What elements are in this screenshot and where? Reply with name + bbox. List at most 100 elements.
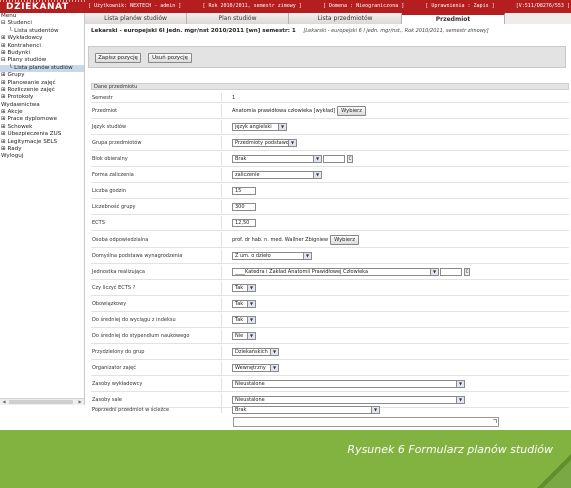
save-position-button[interactable]: Zapisz pozycję <box>95 53 141 63</box>
select-zasoby-sale[interactable]: Nieustalone ▼ <box>232 396 465 404</box>
select-grupa-value: Przedmioty podstawowe <box>235 140 297 146</box>
select-czy-ects[interactable]: Tak ▼ <box>232 284 256 292</box>
sidebar-item[interactable]: ⊞ Kontrahenci <box>0 43 84 50</box>
sidebar-item-label: Ubezpieczenia ZUS <box>7 131 62 138</box>
sidebar-item[interactable]: ⊞ Protokoły <box>0 94 84 101</box>
label-forma: Forma zaliczenia <box>92 168 222 182</box>
sidebar-item[interactable]: Wyloguj <box>0 153 84 160</box>
select-jezyk-value: język angielski <box>235 124 272 130</box>
plan-subtitle: [Lekarski - europejski 6 l jedn. mgr/nst… <box>303 28 489 34</box>
blok-clear-button[interactable]: C <box>347 155 353 163</box>
row-obowiazkowy: Obowiązkowy Tak ▼ <box>91 297 569 312</box>
tab-plan-studiow[interactable]: Plan studiów <box>187 13 289 24</box>
select-jednostka[interactable]: ____Katedra i Zakład Anatomii Prawidłowe… <box>232 268 439 276</box>
select-blok[interactable]: Brak ▼ <box>232 155 322 163</box>
sidebar-item[interactable]: ⊞ Grupy <box>0 72 84 79</box>
select-grupa[interactable]: Przedmioty podstawowe ▼ <box>232 139 297 147</box>
choose-person-button[interactable]: Wybierz <box>330 234 359 245</box>
tab-bar: Lista planów studiów Plan studiów Lista … <box>85 13 571 24</box>
select-forma[interactable]: zaliczenie ▼ <box>232 171 322 179</box>
select-srednia-wyciag[interactable]: Tak ▼ <box>232 316 256 324</box>
label-srednia-stypendium: Do średniej do stypendium naukowego <box>92 329 222 343</box>
scroll-left-icon[interactable]: ◀ <box>1 399 7 405</box>
select-organizator[interactable]: Wewnętrzny ▼ <box>232 364 279 372</box>
hours-input[interactable]: 15 <box>232 187 256 195</box>
chevron-down-icon: ▼ <box>247 301 255 307</box>
label-liczebnosc: Liczebność grupy <box>92 200 222 214</box>
sidebar-item-label: Prace dyplomowe <box>7 116 58 123</box>
sidebar-item[interactable]: ⊞ Akcje <box>0 109 84 116</box>
select-zasoby-wykladowcy[interactable]: Nieustalone ▼ <box>232 380 465 388</box>
session-info: [ Użytkownik: NEXTECH - admin ] [ Rok 20… <box>88 3 570 11</box>
select-przydzielony[interactable]: Dziekańskich ▼ <box>232 348 279 356</box>
chevron-down-icon: ▼ <box>430 269 438 275</box>
plan-title: Lekarski - europejski 6l jedn. mgr/nst 2… <box>91 28 296 34</box>
tab-lista-planow[interactable]: Lista planów studiów <box>85 13 187 24</box>
session-version: [V:511/D8276/553 ] <box>515 3 570 9</box>
select-podstawa[interactable]: Z um. o dzieło ▼ <box>232 252 312 260</box>
sidebar-scrollbar[interactable]: ◀ ▶ <box>0 398 84 405</box>
chevron-down-icon: ▼ <box>288 140 296 146</box>
value-osoba: prof. dr hab. n. med. Wallner Zbigniew <box>232 236 329 243</box>
sidebar-item-label: Budynki <box>7 49 31 56</box>
label-godziny: Liczba godzin <box>92 184 222 198</box>
select-srednia-wyciag-value: Tak <box>235 317 244 323</box>
select-organizator-value: Wewnętrzny <box>235 365 266 371</box>
label-jednostka: Jednostka realizująca <box>92 265 222 279</box>
group-size-input[interactable]: 300 <box>232 203 256 211</box>
sidebar-item[interactable]: ⊞ Schowek <box>0 124 84 131</box>
select-srednia-stypendium-value: Nie <box>235 333 244 339</box>
sidebar-item[interactable]: ⊞ Prace dyplomowe <box>0 116 84 123</box>
ects-input[interactable]: 12,50 <box>232 219 256 227</box>
label-osoba: Osoba odpowiedzialna <box>92 232 222 247</box>
sidebar-item[interactable]: ⊞ Wykładowcy <box>0 35 84 42</box>
action-bar: Zapisz pozycję Usuń pozycję <box>88 46 566 68</box>
tab-lista-przedmiotow[interactable]: Lista przedmiotów <box>289 13 402 24</box>
sidebar-item[interactable]: Wydawnictwa <box>0 102 84 109</box>
label-blok: Blok obieralny <box>92 152 222 166</box>
select-blok-value: Brak <box>235 156 247 162</box>
tab-przedmiot[interactable]: Przedmiot <box>402 13 505 24</box>
sidebar-item[interactable]: ⊞ Ubezpieczenia ZUS <box>0 131 84 138</box>
row-semestr: Semestr 1 <box>91 93 569 103</box>
app-logo: DZIEKANAT <box>0 0 85 13</box>
scroll-thumb[interactable] <box>9 400 73 404</box>
sidebar-item[interactable]: ⊞ Rozliczenie zajęć <box>0 87 84 94</box>
delete-position-button[interactable]: Usuń pozycję <box>148 53 192 63</box>
chevron-down-icon: ▼ <box>247 333 255 339</box>
scroll-right-icon[interactable]: ▶ <box>77 399 83 405</box>
row-ects: ECTS 12,50 <box>91 216 569 231</box>
label-podstawa: Domyślna podstawa wynagrodzenia <box>92 249 222 263</box>
sidebar-item[interactable]: ⊞ Planowanie zajęć <box>0 80 84 87</box>
sidebar-item[interactable]: ⊟ Studenci <box>0 20 84 27</box>
sidebar-item[interactable]: └ Lista planów studiów <box>0 64 84 73</box>
notes-textarea[interactable] <box>233 417 499 427</box>
select-obowiazkowy[interactable]: Tak ▼ <box>232 300 256 308</box>
select-jezyk[interactable]: język angielski ▼ <box>232 123 287 131</box>
row-poprzedni: Poprzedni przedmiot w ścieżce Brak ▼ <box>91 405 569 416</box>
jednostka-clear-button[interactable]: C <box>464 268 470 276</box>
sidebar-item[interactable]: ⊞ Rady <box>0 146 84 153</box>
select-przydzielony-value: Dziekańskich <box>235 349 268 355</box>
choose-subject-button[interactable]: Wybierz <box>337 106 367 116</box>
blok-code-input[interactable] <box>323 155 345 163</box>
sidebar-item[interactable]: ⊟ Plany studiów <box>0 57 84 64</box>
label-obowiazkowy: Obowiązkowy <box>92 297 222 311</box>
sidebar-item-label: Rady <box>7 146 22 153</box>
row-jezyk: Język studiów język angielski ▼ <box>91 120 569 135</box>
logo-dots <box>0 0 85 2</box>
sidebar-item[interactable]: Menu <box>0 13 84 20</box>
select-poprzedni-value: Brak <box>235 406 247 413</box>
sidebar-item[interactable]: └ Lista studentów <box>0 28 84 35</box>
label-czy-ects: Czy liczyć ECTS ? <box>92 281 222 295</box>
sidebar-item-label: Rozliczenie zajęć <box>7 86 55 93</box>
select-srednia-stypendium[interactable]: Nie ▼ <box>232 332 256 340</box>
sidebar-item[interactable]: ⊞ Legitymacje SELS <box>0 139 84 146</box>
chevron-down-icon: ▼ <box>247 285 255 291</box>
select-poprzedni[interactable]: Brak ▼ <box>232 405 380 414</box>
select-podstawa-value: Z um. o dzieło <box>235 253 271 259</box>
row-czy-ects: Czy liczyć ECTS ? Tak ▼ <box>91 281 569 296</box>
jednostka-code-input[interactable] <box>440 268 462 276</box>
label-poprzedni: Poprzedni przedmiot w ścieżce <box>92 406 222 413</box>
row-przedmiot: Przedmiot Anatomia prawidłowa człowieka … <box>91 104 569 119</box>
